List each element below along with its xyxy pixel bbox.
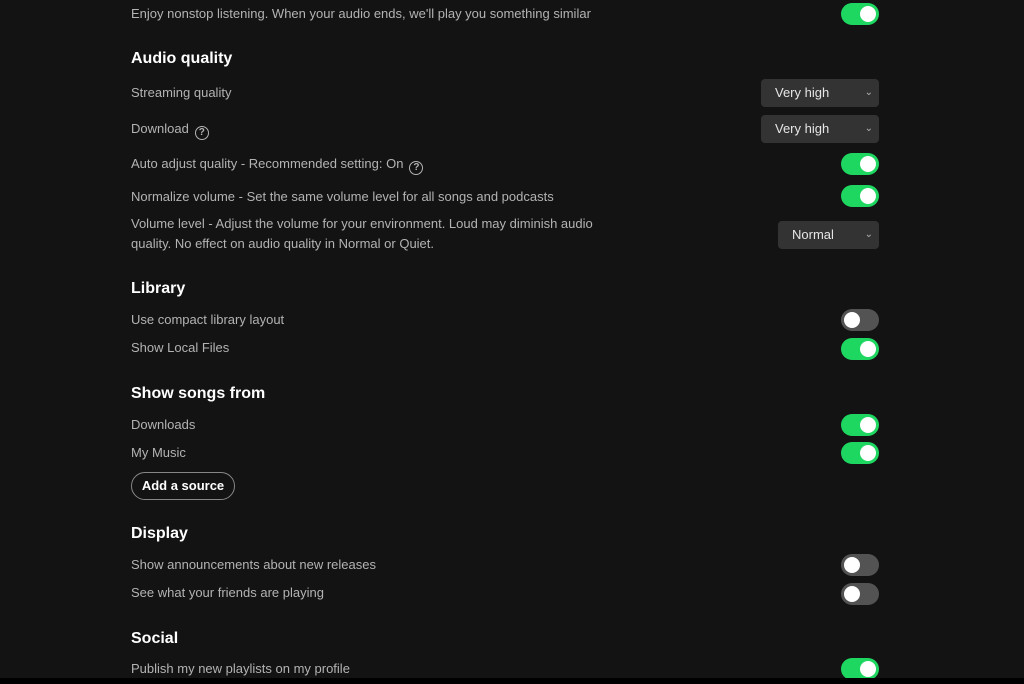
- compact-layout-toggle[interactable]: [841, 309, 879, 331]
- question-circle-icon[interactable]: ?: [409, 161, 424, 175]
- section-heading-audio-quality: Audio quality: [131, 50, 233, 67]
- toggle-knob: [844, 557, 860, 573]
- announcements-label: Show announcements about new releases: [131, 557, 376, 572]
- normalize-volume-label: Normalize volume - Set the same volume l…: [131, 189, 554, 204]
- chevron-down-icon: ⌄: [864, 123, 873, 134]
- volume-level-label: Volume level - Adjust the volume for you…: [131, 216, 593, 251]
- download-quality-dropdown[interactable]: Very high ⌄: [761, 115, 879, 143]
- toggle-knob: [860, 6, 876, 22]
- toggle-knob: [844, 586, 860, 602]
- add-source-button[interactable]: Add a source: [131, 472, 235, 500]
- friends-playing-toggle[interactable]: [841, 583, 879, 605]
- toggle-knob: [860, 341, 876, 357]
- announcements-toggle[interactable]: [841, 554, 879, 576]
- toggle-knob: [860, 417, 876, 433]
- normalize-volume-toggle[interactable]: [841, 185, 879, 207]
- download-label-text: Download: [131, 121, 189, 136]
- auto-adjust-toggle[interactable]: [841, 153, 879, 175]
- auto-adjust-label: Auto adjust quality - Recommended settin…: [131, 154, 424, 175]
- streaming-quality-dropdown[interactable]: Very high ⌄: [761, 79, 879, 107]
- source-downloads-toggle[interactable]: [841, 414, 879, 436]
- bottom-edge: [0, 678, 1024, 684]
- source-my-music-toggle[interactable]: [841, 442, 879, 464]
- publish-playlists-label: Publish my new playlists on my profile: [131, 661, 350, 676]
- download-quality-label: Download?: [131, 119, 209, 140]
- section-heading-social: Social: [131, 630, 179, 647]
- toggle-knob: [860, 445, 876, 461]
- section-heading-library: Library: [131, 280, 186, 297]
- chevron-down-icon: ⌄: [864, 229, 873, 240]
- compact-layout-label: Use compact library layout: [131, 312, 285, 327]
- section-heading-display: Display: [131, 525, 188, 542]
- toggle-knob: [860, 661, 876, 677]
- settings-page: Enjoy nonstop listening. When your audio…: [0, 0, 1024, 684]
- streaming-quality-label: Streaming quality: [131, 85, 232, 100]
- volume-level-dropdown[interactable]: Normal ⌄: [778, 221, 879, 249]
- source-my-music-label: My Music: [131, 445, 186, 460]
- toggle-knob: [844, 312, 860, 328]
- source-downloads-label: Downloads: [131, 417, 196, 432]
- autoplay-label: Enjoy nonstop listening. When your audio…: [131, 6, 591, 21]
- volume-level-value: Normal: [792, 227, 834, 242]
- show-local-files-label: Show Local Files: [131, 340, 230, 355]
- chevron-down-icon: ⌄: [864, 87, 873, 98]
- show-local-files-toggle[interactable]: [841, 338, 879, 360]
- toggle-knob: [860, 188, 876, 204]
- section-heading-show-songs-from: Show songs from: [131, 385, 266, 402]
- streaming-quality-value: Very high: [775, 85, 830, 100]
- toggle-knob: [860, 156, 876, 172]
- autoplay-toggle[interactable]: [841, 3, 879, 25]
- publish-playlists-toggle[interactable]: [841, 658, 879, 680]
- question-circle-icon[interactable]: ?: [194, 126, 209, 140]
- download-quality-value: Very high: [775, 121, 830, 136]
- auto-adjust-label-text: Auto adjust quality - Recommended settin…: [131, 156, 404, 171]
- friends-playing-label: See what your friends are playing: [131, 585, 324, 600]
